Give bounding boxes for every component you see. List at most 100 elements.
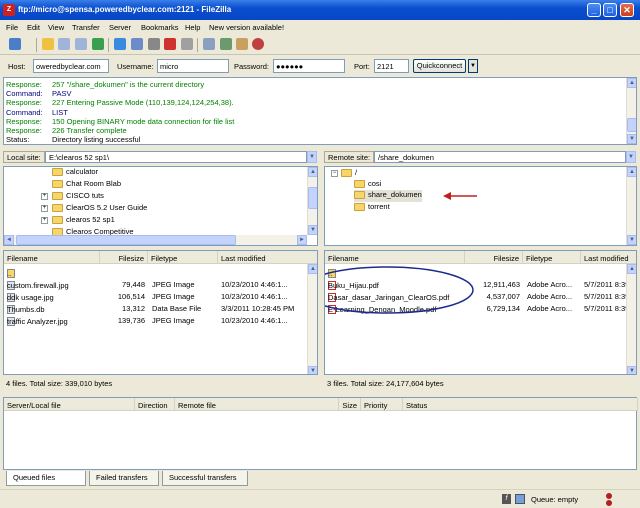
menu-view[interactable]: View <box>48 23 64 32</box>
compare-icon[interactable] <box>220 38 232 50</box>
password-input[interactable] <box>273 59 345 73</box>
download-led-icon <box>606 500 612 506</box>
remote-tree-icon[interactable] <box>75 38 87 50</box>
file-row[interactable]: Thumbs.db 13,312 Data Base File 3/3/2011 10… <box>4 303 317 314</box>
menu-edit[interactable]: Edit <box>27 23 40 32</box>
expand-icon[interactable]: + <box>41 205 48 212</box>
log-line: Response: 257 "/share_dokumen" is the cur… <box>6 80 205 89</box>
folder-icon <box>52 216 63 225</box>
cancel-icon[interactable] <box>148 38 160 50</box>
password-label: Password: <box>234 62 270 71</box>
file-row[interactable]: custom.firewall.jpg 79,448 JPEG Image 10/23… <box>4 279 317 290</box>
port-label: Port: <box>354 62 370 71</box>
minimize-button[interactable]: _ <box>587 3 601 17</box>
folder-unknown-icon <box>354 180 365 189</box>
local-list-scrollbar[interactable]: ▲ ▼ <box>307 264 317 374</box>
local-tree-item[interactable]: CISCO tuts <box>52 191 104 203</box>
log-line: Response: 227 Entering Passive Mode (110,… <box>6 98 234 108</box>
quickconnect-button[interactable]: Quickconnect <box>413 59 466 73</box>
transfer-queue-icon[interactable] <box>92 38 104 50</box>
col-filename[interactable]: Filename <box>4 251 100 264</box>
port-input[interactable] <box>374 59 409 73</box>
file-row[interactable]: ddk usage.jpg 106,514 JPEG Image 10/23/2010… <box>4 291 317 302</box>
speed-limit-icon[interactable] <box>252 38 264 50</box>
file-row[interactable]: .. <box>4 267 317 278</box>
upload-led-icon <box>606 493 612 499</box>
maximize-button[interactable]: □ <box>603 3 617 17</box>
local-tree-item[interactable]: calculator <box>52 167 98 179</box>
status-bar: f Queue: empty <box>0 489 640 508</box>
filter-icon[interactable] <box>203 38 215 50</box>
expand-icon[interactable]: + <box>41 217 48 224</box>
log-line: Response: 226 Transfer complete <box>6 126 127 135</box>
remote-path-input[interactable]: /share_dokumen <box>374 151 626 163</box>
local-tree: calculator Chat Room Blab + CISCO tuts +… <box>3 166 318 246</box>
log-line: Command: PASV <box>6 89 72 99</box>
username-input[interactable] <box>157 59 229 73</box>
folder-unknown-icon <box>354 191 365 200</box>
remote-tree-scrollbar[interactable]: ▲ ▼ <box>626 167 636 245</box>
remote-site-label: Remote site: <box>324 151 375 163</box>
col-direction[interactable]: Direction <box>135 398 175 411</box>
refresh-icon[interactable] <box>114 38 126 50</box>
menu-file[interactable]: File <box>6 23 18 32</box>
quickconnect-dropdown[interactable]: ▼ <box>468 59 478 73</box>
toolbar <box>0 35 640 55</box>
reconnect-icon[interactable] <box>181 38 193 50</box>
remote-site-bar: Remote site: /share_dokumen ▼ <box>324 149 637 165</box>
file-row[interactable]: traffic Analyzer.jpg 139,736 JPEG Image 10/… <box>4 315 317 326</box>
col-filetype[interactable]: Filetype <box>523 251 581 264</box>
local-path-input[interactable]: E:\clearos 52 sp1\ <box>45 151 307 163</box>
host-label: Host: <box>8 62 26 71</box>
col-filesize[interactable]: Filesize <box>100 251 148 264</box>
menu-bookmarks[interactable]: Bookmarks <box>141 23 179 32</box>
expand-icon[interactable]: + <box>41 193 48 200</box>
col-status[interactable]: Status <box>403 398 638 411</box>
col-remote-file[interactable]: Remote file <box>175 398 339 411</box>
close-button[interactable]: ✕ <box>620 3 634 17</box>
red-arrow-annotation <box>443 192 477 200</box>
local-tree-icon[interactable] <box>58 38 70 50</box>
local-tree-item[interactable]: ClearOS 5.2 User Guide <box>52 203 147 215</box>
local-tree-scrollbar[interactable]: ▲ ▼ <box>307 167 317 235</box>
col-last-modified[interactable]: Last modified <box>218 251 317 264</box>
local-path-dropdown[interactable]: ▼ <box>307 151 317 163</box>
message-log-icon[interactable] <box>42 38 54 50</box>
host-input[interactable] <box>33 59 109 73</box>
collapse-icon[interactable]: − <box>331 170 338 177</box>
site-manager-icon[interactable] <box>9 38 21 50</box>
log-scrollbar[interactable]: ▲ ▼ <box>626 78 636 144</box>
remote-tree-item-selected[interactable]: share_dokumen <box>354 190 422 202</box>
remote-path-dropdown[interactable]: ▼ <box>626 151 636 163</box>
col-filetype[interactable]: Filetype <box>148 251 218 264</box>
folder-icon <box>52 204 63 213</box>
log-line: Status: Directory listing successful <box>6 135 141 145</box>
local-tree-hscrollbar[interactable]: ◄ ► <box>4 235 307 245</box>
search-icon[interactable] <box>236 38 248 50</box>
tab-queued-files[interactable]: Queued files <box>6 471 86 486</box>
remote-summary: 3 files. Total size: 24,177,604 bytes <box>327 379 444 388</box>
tab-failed-transfers[interactable]: Failed transfers <box>89 471 159 486</box>
ellipse-annotation <box>325 266 474 314</box>
remote-file-list: Filename Filesize Filetype Last modified… <box>324 250 637 375</box>
menu-transfer[interactable]: Transfer <box>72 23 100 32</box>
menu-new-version[interactable]: New version available! <box>209 23 284 32</box>
log-line: Response: 150 Opening BINARY mode data co… <box>6 116 235 126</box>
disconnect-icon[interactable] <box>164 38 176 50</box>
local-tree-item[interactable]: clearos 52 sp1 <box>52 215 115 227</box>
remote-list-scrollbar[interactable]: ▲ ▼ <box>626 264 636 374</box>
log-line: Command: LIST <box>6 107 68 117</box>
col-filesize[interactable]: Filesize <box>465 251 523 264</box>
menu-server[interactable]: Server <box>109 23 131 32</box>
tab-successful-transfers[interactable]: Successful transfers <box>162 471 248 486</box>
col-server-local-file[interactable]: Server/Local file <box>4 398 135 411</box>
menu-help[interactable]: Help <box>185 23 200 32</box>
local-tree-item[interactable]: Chat Room Blab <box>52 179 121 191</box>
process-queue-icon[interactable] <box>131 38 143 50</box>
col-size[interactable]: Size <box>339 398 361 411</box>
col-priority[interactable]: Priority <box>361 398 403 411</box>
remote-tree-item[interactable]: torrent <box>354 202 390 214</box>
col-last-modified[interactable]: Last modified <box>581 251 636 264</box>
col-filename[interactable]: Filename <box>325 251 465 264</box>
folder-icon <box>52 192 63 201</box>
